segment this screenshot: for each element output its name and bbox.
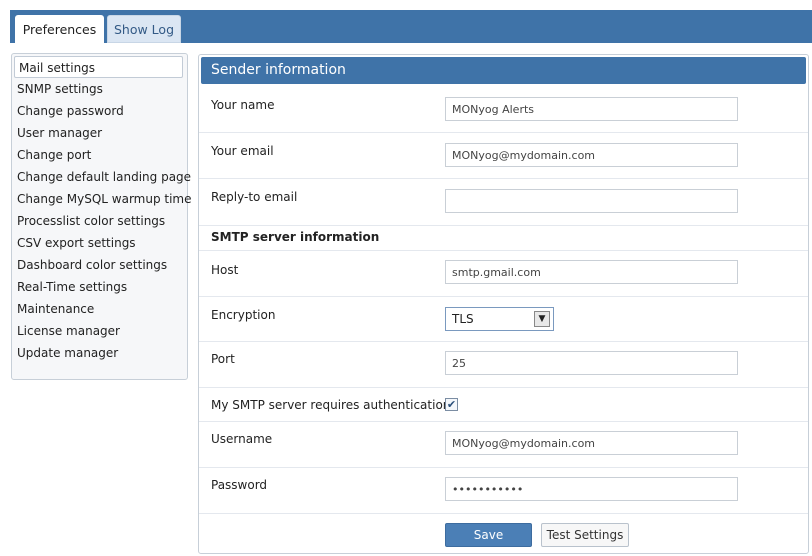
tab-preferences[interactable]: Preferences: [15, 15, 104, 43]
encryption-label: Encryption: [211, 308, 276, 322]
port-label: Port: [211, 352, 235, 366]
reply-to-input[interactable]: [445, 189, 738, 213]
preferences-sidebar: Mail settings SNMP settings Change passw…: [11, 53, 192, 380]
sidebar-item-maintenance[interactable]: Maintenance: [17, 299, 94, 319]
password-label: Password: [211, 478, 268, 492]
sidebar-item-processlist-color-settings[interactable]: Processlist color settings: [17, 211, 165, 231]
panel-title: Sender information: [201, 57, 806, 84]
password-row: Password: [199, 468, 808, 514]
sidebar-item-change-mysql-warmup-time[interactable]: Change MySQL warmup time: [17, 189, 192, 209]
test-settings-button[interactable]: Test Settings: [541, 523, 629, 547]
encryption-select[interactable]: TLS ▼: [445, 307, 554, 331]
your-email-input[interactable]: [445, 143, 738, 167]
tab-bar: Preferences Show Log: [0, 0, 812, 43]
sidebar-item-user-manager[interactable]: User manager: [17, 123, 102, 143]
encryption-selected-value: TLS: [452, 312, 474, 326]
auth-label: My SMTP server requires authentication: [211, 398, 451, 412]
auth-row: My SMTP server requires authentication ✔: [199, 388, 808, 422]
sidebar-item-mail-settings[interactable]: Mail settings: [14, 56, 183, 78]
your-name-input[interactable]: [445, 97, 738, 121]
port-row: Port: [199, 342, 808, 388]
host-label: Host: [211, 263, 239, 277]
sidebar-item-change-default-landing-page[interactable]: Change default landing page: [17, 167, 191, 187]
username-row: Username: [199, 422, 808, 468]
reply-to-label: Reply-to email: [211, 190, 298, 204]
your-name-label: Your name: [211, 98, 275, 112]
mail-settings-panel: Sender information Your name Your email …: [198, 54, 809, 554]
tab-show-log[interactable]: Show Log: [107, 15, 181, 43]
dropdown-arrow-icon[interactable]: ▼: [534, 311, 550, 327]
sidebar-item-csv-export-settings[interactable]: CSV export settings: [17, 233, 136, 253]
encryption-row: Encryption TLS ▼: [199, 297, 808, 342]
password-input[interactable]: [445, 477, 738, 501]
your-name-row: Your name: [199, 86, 808, 133]
your-email-label: Your email: [211, 144, 274, 158]
sidebar-item-dashboard-color-settings[interactable]: Dashboard color settings: [17, 255, 167, 275]
username-label: Username: [211, 432, 273, 446]
smtp-section-heading: SMTP server information: [211, 230, 380, 244]
sidebar-item-change-password[interactable]: Change password: [17, 101, 124, 121]
your-email-row: Your email: [199, 133, 808, 179]
host-input[interactable]: [445, 260, 738, 284]
host-row: Host: [199, 251, 808, 297]
username-input[interactable]: [445, 431, 738, 455]
port-input[interactable]: [445, 351, 738, 375]
sidebar-item-real-time-settings[interactable]: Real-Time settings: [17, 277, 127, 297]
auth-checkbox[interactable]: ✔: [445, 398, 458, 411]
smtp-section-row: SMTP server information: [199, 226, 808, 251]
sidebar-item-snmp-settings[interactable]: SNMP settings: [17, 79, 103, 99]
reply-to-row: Reply-to email: [199, 179, 808, 226]
sidebar-item-license-manager[interactable]: License manager: [17, 321, 120, 341]
sidebar-item-update-manager[interactable]: Update manager: [17, 343, 118, 363]
save-button[interactable]: Save: [445, 523, 532, 547]
sidebar-item-change-port[interactable]: Change port: [17, 145, 91, 165]
